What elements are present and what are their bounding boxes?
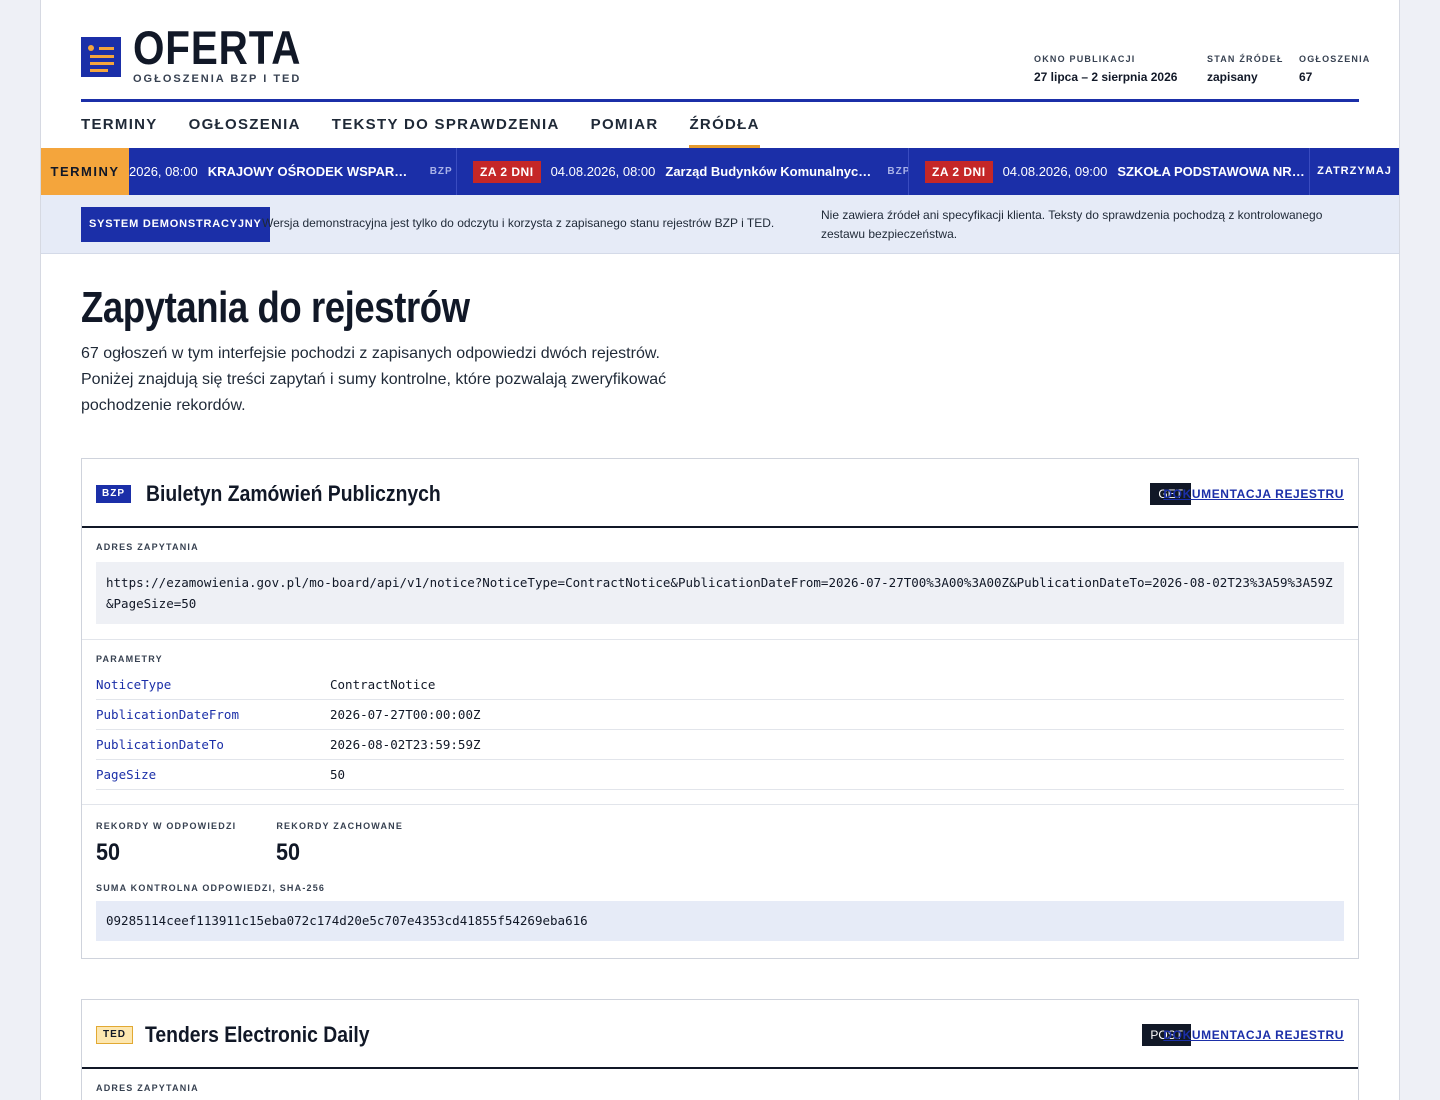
registry-badge: BZP [96,485,131,503]
registry-badge: TED [96,1026,133,1044]
ticker-item[interactable]: ZA 2 DNI 04.08.2026, 09:00 SZKOŁA PODSTA… [925,148,1305,195]
meta-value: 27 lipca – 2 sierpnia 2026 [1034,70,1178,84]
stat-records-in-response: REKORDY W ODPOWIEDZI 50 [96,821,236,867]
meta-publication-window: OKNO PUBLIKACJI 27 lipca – 2 sierpnia 20… [1034,54,1177,84]
demo-text: Wersja demonstracyjna jest tylko do odcz… [262,216,775,230]
registry-card-ted: TED Tenders Electronic Daily POST DOKUME… [81,999,1359,1100]
demo-badge: SYSTEM DEMONSTRACYJNY [81,207,270,242]
page-container: OFERTA OGŁOSZENIA BZP I TED OKNO PUBLIKA… [40,0,1400,1100]
meta-source-state: STAN ŹRÓDEŁ zapisany [1207,54,1284,84]
meta-notice-count: OGŁOSZENIA 67 [1299,54,1371,84]
ticker-source: BZP [887,166,911,177]
nav-item-pomiar[interactable]: POMIAR [591,105,659,148]
ticker-item[interactable]: 2026, 08:00 KRAJOWY OŚRODEK WSPARCIA RO.… [129,148,459,195]
record-stats: REKORDY W ODPOWIEDZI 50 REKORDY ZACHOWAN… [96,821,1344,867]
registry-title: Biuletyn Zamówień Publicznych [146,481,441,506]
param-key: PublicationDateTo [96,737,224,752]
ticker-title: SZKOŁA PODSTAWOWA NR 1 IM. P... [1117,164,1305,179]
registry-card-header: TED Tenders Electronic Daily POST DOKUME… [82,1000,1358,1069]
demo-text-secondary: Nie zawiera źródeł ani specyfikacji klie… [821,208,1323,241]
meta-label: OGŁOSZENIA [1299,54,1371,64]
stat-value: 50 [276,839,301,866]
brand-name[interactable]: OFERTA [133,22,301,74]
stat-records-saved: REKORDY ZACHOWANE 50 [276,821,403,867]
ticker-due-badge: ZA 2 DNI [473,160,541,183]
stat-label: REKORDY W ODPOWIEDZI [96,821,237,831]
records-section: REKORDY W ODPOWIEDZI 50 REKORDY ZACHOWAN… [82,805,1358,955]
ticker-date: 2026, 08:00 [129,164,198,179]
param-row: PublicationDateTo 2026-08-02T23:59:59Z [96,730,1344,760]
nav-item-ogloszenia[interactable]: OGŁOSZENIA [189,105,301,148]
registry-docs-link[interactable]: DOKUMENTACJA REJESTRU [1163,487,1344,501]
param-key: NoticeType [96,677,172,692]
registry-docs-link[interactable]: DOKUMENTACJA REJESTRU [1163,1028,1344,1042]
logo-icon[interactable] [81,37,121,77]
registry-card-header: BZP Biuletyn Zamówień Publicznych GET DO… [82,459,1358,528]
section-label: ADRES ZAPYTANIA [96,542,199,552]
params-table: NoticeType ContractNotice PublicationDat… [96,670,1344,790]
request-url[interactable]: https://ezamowienia.gov.pl/mo-board/api/… [96,562,1344,624]
ticker-title: KRAJOWY OŚRODEK WSPARCIA RO... [207,164,416,179]
deadline-ticker: TERMINY 2026, 08:00 KRAJOWY OŚRODEK WSPA… [41,148,1399,195]
meta-value: zapisany [1207,70,1258,84]
param-value: 2026-07-27T00:00:00Z [330,707,481,722]
page-title: Zapytania do rejestrów [81,283,470,332]
hash-label: SUMA KONTROLNA ODPOWIEDZI, SHA-256 [96,883,326,893]
ticker-title: Zarząd Budynków Komunalnych w K... [665,164,873,179]
stat-label: REKORDY ZACHOWANE [276,821,404,831]
site-header: OFERTA OGŁOSZENIA BZP I TED OKNO PUBLIKA… [81,0,1369,102]
param-value: 50 [330,767,346,782]
brand-subtitle: OGŁOSZENIA BZP I TED [133,73,302,85]
nav-item-terminy[interactable]: TERMINY [81,105,158,148]
ticker-date: 04.08.2026, 09:00 [1002,164,1108,179]
param-row: PublicationDateFrom 2026-07-27T00:00:00Z [96,700,1344,730]
response-hash[interactable]: 09285114ceef113911c15eba072c174d20e5c707… [96,901,1344,941]
demo-notice: SYSTEM DEMONSTRACYJNY Wersja demonstracy… [41,195,1399,254]
ticker-date: 04.08.2026, 08:00 [550,164,656,179]
ticker-pause-button[interactable]: ZATRZYMAJ [1309,148,1399,195]
ticker-due-badge: ZA 2 DNI [925,160,993,183]
ticker-item[interactable]: ZA 2 DNI 04.08.2026, 08:00 Zarząd Budynk… [473,148,913,195]
ticker-track: 2026, 08:00 KRAJOWY OŚRODEK WSPARCIA RO.… [129,148,1309,195]
registry-title: Tenders Electronic Daily [145,1022,370,1047]
params-section: PARAMETRY NoticeType ContractNotice Publ… [82,640,1358,805]
section-label: ADRES ZAPYTANIA [96,1083,199,1093]
request-url-section: ADRES ZAPYTANIA https://ezamowienia.gov.… [82,528,1358,640]
meta-label: OKNO PUBLIKACJI [1034,54,1136,64]
param-row: PageSize 50 [96,760,1344,790]
param-key: PageSize [96,767,157,782]
ticker-source: BZP [429,166,453,177]
meta-value: 67 [1299,70,1313,84]
registry-card-bzp: BZP Biuletyn Zamówień Publicznych GET DO… [81,458,1359,959]
meta-label: STAN ŹRÓDEŁ [1207,54,1284,64]
request-url-section: ADRES ZAPYTANIA [82,1069,1358,1100]
ticker-label: TERMINY [41,148,129,195]
param-key: PublicationDateFrom [96,707,239,722]
param-value: ContractNotice [330,677,436,692]
param-row: NoticeType ContractNotice [96,670,1344,700]
nav-item-teksty[interactable]: TEKSTY DO SPRAWDZENIA [332,105,560,148]
nav-item-zrodla[interactable]: ŹRÓDŁA [689,105,761,148]
stat-value: 50 [96,839,121,866]
param-value: 2026-08-02T23:59:59Z [330,737,481,752]
page-lead: 67 ogłoszeń w tym interfejsie pochodzi z… [81,345,667,414]
main-nav: TERMINY OGŁOSZENIA TEKSTY DO SPRAWDZENIA… [81,105,791,148]
section-label: PARAMETRY [96,654,163,664]
